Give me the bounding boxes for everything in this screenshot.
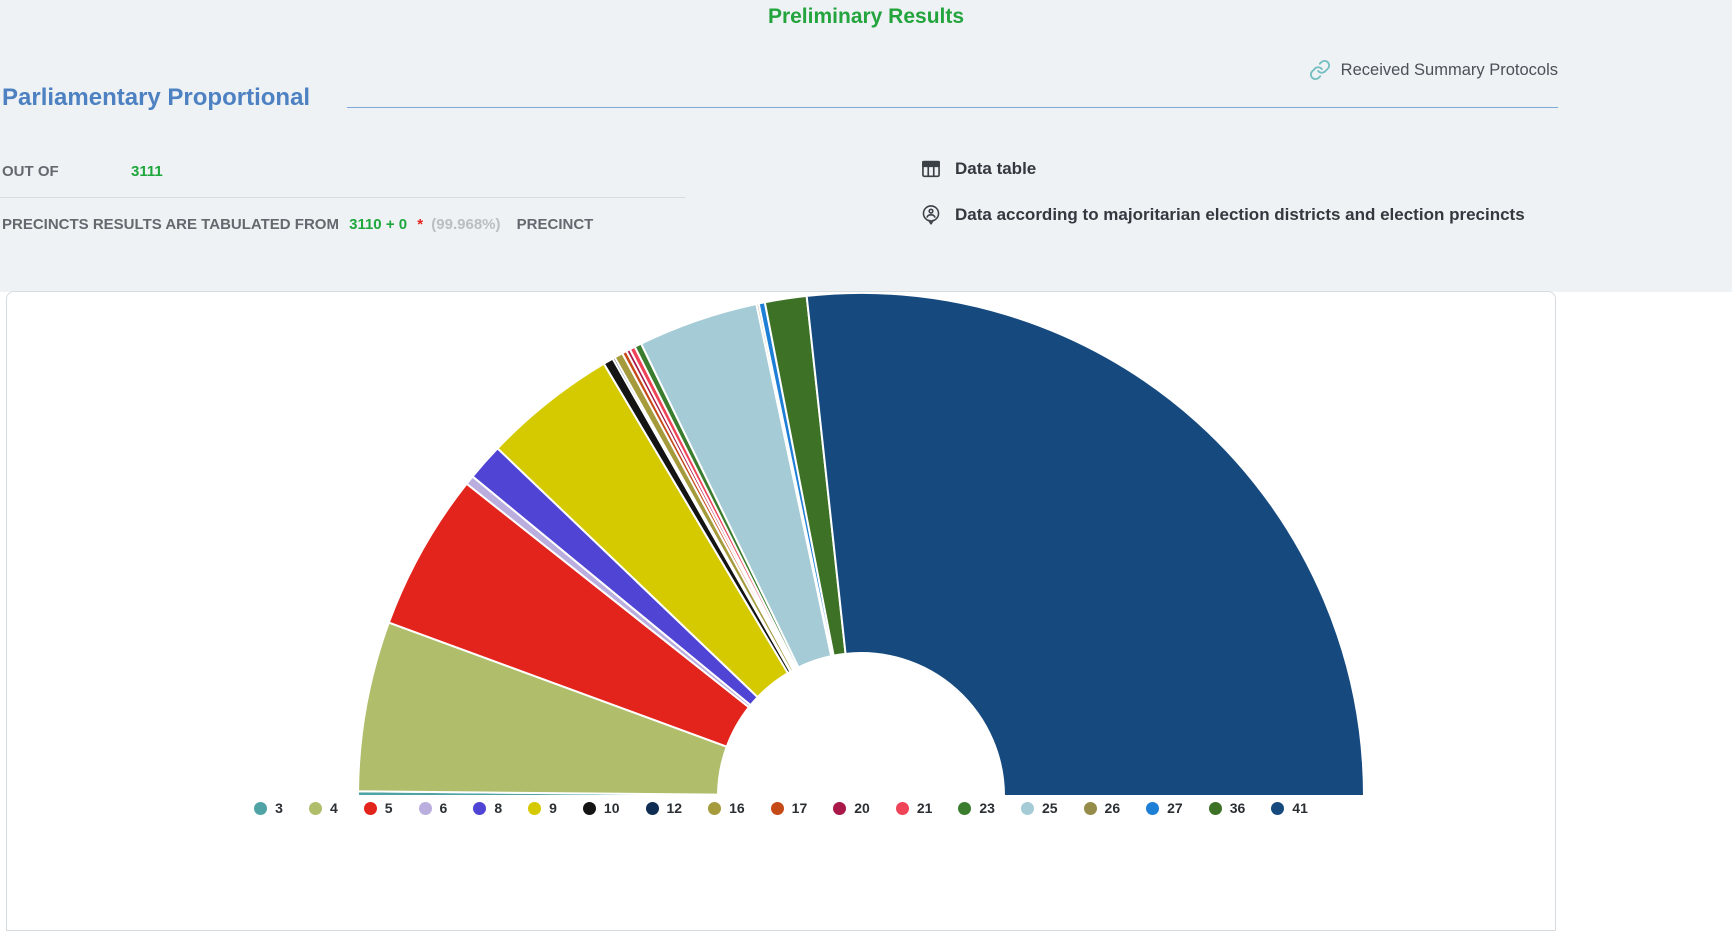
legend-item-23[interactable]: 23 [958, 800, 995, 816]
chart-legend: 3 4 5 6 8 9 10 12 16 17 20 21 23 25 26 27 36 41 [7, 800, 1555, 816]
legend-item-16[interactable]: 16 [708, 800, 745, 816]
legend-dot [958, 802, 971, 815]
legend-label: 27 [1167, 800, 1183, 816]
legend-label: 3 [275, 800, 283, 816]
link-icon [1309, 59, 1331, 81]
legend-label: 4 [330, 800, 338, 816]
legend-item-4[interactable]: 4 [309, 800, 338, 816]
data-table-label: Data table [955, 159, 1036, 179]
table-icon [920, 158, 942, 180]
legend-label: 9 [549, 800, 557, 816]
legend-label: 23 [979, 800, 995, 816]
legend-label: 5 [385, 800, 393, 816]
page-header: Preliminary Results Received Summary Pro… [0, 0, 1732, 292]
legend-dot [419, 802, 432, 815]
legend-dot [1021, 802, 1034, 815]
legend-dot [1084, 802, 1097, 815]
legend-item-27[interactable]: 27 [1146, 800, 1183, 816]
legend-label: 21 [917, 800, 933, 816]
stats-divider [0, 197, 685, 198]
legend-dot [833, 802, 846, 815]
legend-item-8[interactable]: 8 [473, 800, 502, 816]
out-of-value: 3111 [131, 163, 163, 180]
legend-dot [1146, 802, 1159, 815]
legend-item-26[interactable]: 26 [1084, 800, 1121, 816]
legend-label: 26 [1105, 800, 1121, 816]
legend-dot [708, 802, 721, 815]
legend-item-6[interactable]: 6 [419, 800, 448, 816]
legend-item-41[interactable]: 41 [1271, 800, 1308, 816]
legend-dot [254, 802, 267, 815]
tabulated-percent: (99.968%) [427, 216, 500, 233]
legend-item-10[interactable]: 10 [583, 800, 620, 816]
tabulated-suffix: PRECINCT [505, 216, 594, 233]
legend-item-20[interactable]: 20 [833, 800, 870, 816]
legend-item-9[interactable]: 9 [528, 800, 557, 816]
legend-label: 12 [667, 800, 683, 816]
legend-item-3[interactable]: 3 [254, 800, 283, 816]
legend-dot [583, 802, 596, 815]
legend-label: 10 [604, 800, 620, 816]
legend-label: 20 [854, 800, 870, 816]
precincts-row: PRECINCTS RESULTS ARE TABULATED FROM 311… [2, 216, 593, 233]
legend-item-21[interactable]: 21 [896, 800, 933, 816]
legend-dot [1271, 802, 1284, 815]
legend-dot [309, 802, 322, 815]
page-title: Preliminary Results [0, 5, 1732, 29]
legend-dot [771, 802, 784, 815]
legend-label: 17 [792, 800, 808, 816]
received-summary-protocols-link[interactable]: Received Summary Protocols [1309, 59, 1558, 81]
tabulated-value: 3110 + 0 [343, 216, 407, 233]
data-table-link[interactable]: Data table [920, 158, 1036, 180]
tabulated-asterisk: * [411, 216, 423, 233]
legend-label: 36 [1230, 800, 1246, 816]
out-of-label: OUT OF [2, 163, 59, 180]
protocols-link-label: Received Summary Protocols [1341, 61, 1558, 80]
legend-dot [1209, 802, 1222, 815]
out-of-row: OUT OF 3111 [2, 163, 692, 180]
legend-item-5[interactable]: 5 [364, 800, 393, 816]
legend-dot [528, 802, 541, 815]
legend-label: 25 [1042, 800, 1058, 816]
legend-dot [646, 802, 659, 815]
legend-dot [896, 802, 909, 815]
legend-label: 16 [729, 800, 745, 816]
legend-label: 8 [494, 800, 502, 816]
legend-item-36[interactable]: 36 [1209, 800, 1246, 816]
heading-rule [347, 107, 1558, 108]
section-heading: Parliamentary Proportional [2, 84, 310, 112]
chart-segment-41[interactable] [807, 293, 1364, 796]
chart-card: 3 4 5 6 8 9 10 12 16 17 20 21 23 25 26 27 36 41 [6, 291, 1556, 931]
majoritarian-data-link[interactable]: Data according to majoritarian election … [920, 204, 1525, 226]
majoritarian-label: Data according to majoritarian election … [955, 205, 1525, 225]
person-pin-icon [920, 204, 942, 226]
legend-label: 41 [1292, 800, 1308, 816]
half-donut-chart [7, 292, 1555, 798]
legend-dot [473, 802, 486, 815]
legend-item-12[interactable]: 12 [646, 800, 683, 816]
legend-dot [364, 802, 377, 815]
legend-label: 6 [440, 800, 448, 816]
legend-item-25[interactable]: 25 [1021, 800, 1058, 816]
tabulated-prefix: PRECINCTS RESULTS ARE TABULATED FROM [2, 216, 339, 233]
legend-item-17[interactable]: 17 [771, 800, 808, 816]
